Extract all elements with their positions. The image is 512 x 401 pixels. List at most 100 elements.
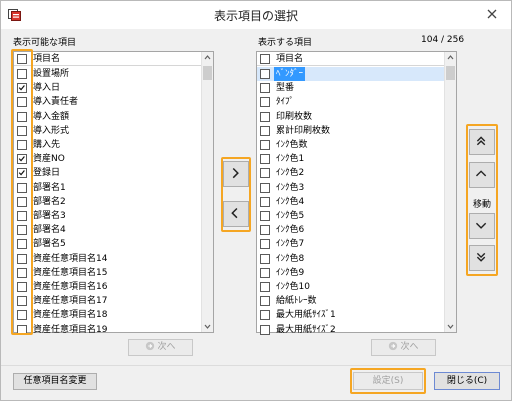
item-checkbox[interactable] xyxy=(260,267,270,278)
list-item[interactable]: 導入責任者 xyxy=(14,95,201,109)
add-to-display-button[interactable] xyxy=(223,161,249,187)
item-checkbox[interactable] xyxy=(17,111,27,122)
list-item[interactable]: 資産任意項目名17 xyxy=(14,294,201,308)
list-item[interactable]: ﾀｲﾌﾟ xyxy=(257,95,444,109)
item-checkbox[interactable] xyxy=(260,239,270,250)
list-item[interactable]: ｲﾝｸ色9 xyxy=(257,266,444,280)
select-all-checkbox[interactable] xyxy=(17,54,27,64)
list-item[interactable]: ﾍﾞﾝﾀﾞｰ xyxy=(257,67,444,82)
list-item[interactable]: ｲﾝｸ色8 xyxy=(257,252,444,266)
list-item[interactable]: 部署名3 xyxy=(14,209,201,223)
scroll-down-icon[interactable] xyxy=(202,320,213,332)
close-button[interactable]: 閉じる(C) xyxy=(434,372,500,390)
scroll-up-icon[interactable] xyxy=(202,52,213,64)
item-checkbox[interactable] xyxy=(260,310,270,321)
move-up-button[interactable] xyxy=(469,162,495,188)
display-list-scrollbar[interactable] xyxy=(444,52,456,332)
item-checkbox[interactable] xyxy=(260,69,270,79)
list-item[interactable]: 部署名2 xyxy=(14,195,201,209)
item-checkbox[interactable] xyxy=(17,253,27,264)
item-checkbox[interactable] xyxy=(17,125,27,136)
item-checkbox[interactable] xyxy=(17,168,27,179)
list-item[interactable]: 給紙ﾄﾚｰ数 xyxy=(257,294,444,308)
select-all-checkbox[interactable] xyxy=(260,54,270,64)
item-checkbox[interactable] xyxy=(17,154,27,165)
list-item[interactable]: 導入日 xyxy=(14,81,201,95)
close-icon[interactable] xyxy=(481,5,503,23)
list-item[interactable]: 印刷枚数 xyxy=(257,110,444,124)
item-checkbox[interactable] xyxy=(17,225,27,236)
list-item[interactable]: ｲﾝｸ色6 xyxy=(257,223,444,237)
list-item[interactable]: 導入金額 xyxy=(14,110,201,124)
list-item[interactable]: ｲﾝｸ色7 xyxy=(257,237,444,251)
list-item[interactable]: 設置場所 xyxy=(14,67,201,81)
item-checkbox[interactable] xyxy=(260,168,270,179)
list-item[interactable]: 資産任意項目名19 xyxy=(14,323,201,337)
item-checkbox[interactable] xyxy=(260,111,270,122)
list-item[interactable]: 部署名1 xyxy=(14,181,201,195)
item-checkbox[interactable] xyxy=(260,296,270,307)
left-next-button[interactable]: 次へ xyxy=(128,339,193,356)
item-checkbox[interactable] xyxy=(260,182,270,193)
item-checkbox[interactable] xyxy=(260,125,270,136)
list-item[interactable]: 累計印刷枚数 xyxy=(257,124,444,138)
item-checkbox[interactable] xyxy=(17,310,27,321)
list-item[interactable]: ｲﾝｸ色数 xyxy=(257,138,444,152)
item-checkbox[interactable] xyxy=(260,140,270,150)
list-item[interactable]: ｲﾝｸ色10 xyxy=(257,280,444,294)
list-item[interactable]: ｲﾝｸ色4 xyxy=(257,195,444,209)
move-to-top-button[interactable] xyxy=(469,129,495,155)
list-item[interactable]: 資産任意項目名16 xyxy=(14,280,201,294)
item-checkbox[interactable] xyxy=(260,225,270,236)
list-item[interactable]: 登録日 xyxy=(14,166,201,180)
item-checkbox[interactable] xyxy=(17,196,27,207)
list-item[interactable]: 部署名4 xyxy=(14,223,201,237)
item-checkbox[interactable] xyxy=(17,211,27,221)
item-checkbox[interactable] xyxy=(260,196,270,207)
list-item[interactable]: 最大用紙ｻｲｽﾞ1 xyxy=(257,308,444,322)
item-checkbox[interactable] xyxy=(17,83,27,94)
scroll-thumb[interactable] xyxy=(446,66,455,80)
list-item[interactable]: 資産任意項目名15 xyxy=(14,266,201,280)
display-items-list[interactable]: 項目名 ﾍﾞﾝﾀﾞｰ 型番 ﾀｲﾌﾟ 印刷枚数 累計印刷枚数 ｲﾝｸ色数 ｲﾝｸ色1 ｲﾝｸ色… xyxy=(256,51,457,335)
ok-button[interactable]: 設定(S) xyxy=(353,372,423,390)
list-item[interactable]: ｲﾝｸ色3 xyxy=(257,181,444,195)
item-checkbox[interactable] xyxy=(260,282,270,292)
move-to-bottom-button[interactable] xyxy=(469,245,495,271)
item-checkbox[interactable] xyxy=(260,324,270,335)
list-item[interactable]: ｲﾝｸ色2 xyxy=(257,166,444,180)
item-checkbox[interactable] xyxy=(17,296,27,307)
scroll-thumb[interactable] xyxy=(203,66,212,80)
available-items-list[interactable]: 項目名 設置場所 導入日 導入責任者 導入金額 導入形式 購入先 資産NO 登録日 部署名1 部署… xyxy=(13,51,214,335)
list-item[interactable]: 型番 xyxy=(257,81,444,95)
list-item[interactable]: 導入形式 xyxy=(14,124,201,138)
item-checkbox[interactable] xyxy=(260,154,270,165)
item-checkbox[interactable] xyxy=(17,140,27,150)
right-next-button[interactable]: 次へ xyxy=(371,339,436,356)
list-item[interactable]: 部署名5 xyxy=(14,237,201,251)
move-down-button[interactable] xyxy=(469,213,495,239)
scroll-down-icon[interactable] xyxy=(445,320,456,332)
item-checkbox[interactable] xyxy=(17,97,27,108)
list-item[interactable]: ｲﾝｸ色5 xyxy=(257,209,444,223)
item-checkbox[interactable] xyxy=(17,267,27,278)
item-checkbox[interactable] xyxy=(260,83,270,94)
item-checkbox[interactable] xyxy=(260,253,270,264)
rename-custom-items-button[interactable]: 任意項目名変更 xyxy=(13,373,97,390)
item-checkbox[interactable] xyxy=(17,324,27,335)
item-checkbox[interactable] xyxy=(260,211,270,221)
item-checkbox[interactable] xyxy=(17,239,27,250)
available-list-scrollbar[interactable] xyxy=(201,52,213,332)
list-item[interactable]: 購入先 xyxy=(14,138,201,152)
scroll-up-icon[interactable] xyxy=(445,52,456,64)
list-item[interactable]: 資産NO xyxy=(14,152,201,166)
item-checkbox[interactable] xyxy=(17,282,27,292)
item-checkbox[interactable] xyxy=(260,97,270,108)
item-checkbox[interactable] xyxy=(17,69,27,79)
list-item[interactable]: 資産任意項目名14 xyxy=(14,252,201,266)
list-item[interactable]: 資産任意項目名18 xyxy=(14,308,201,322)
item-checkbox[interactable] xyxy=(17,182,27,193)
list-item[interactable]: 最大用紙ｻｲｽﾞ2 xyxy=(257,323,444,337)
list-item[interactable]: ｲﾝｸ色1 xyxy=(257,152,444,166)
remove-from-display-button[interactable] xyxy=(223,201,249,227)
